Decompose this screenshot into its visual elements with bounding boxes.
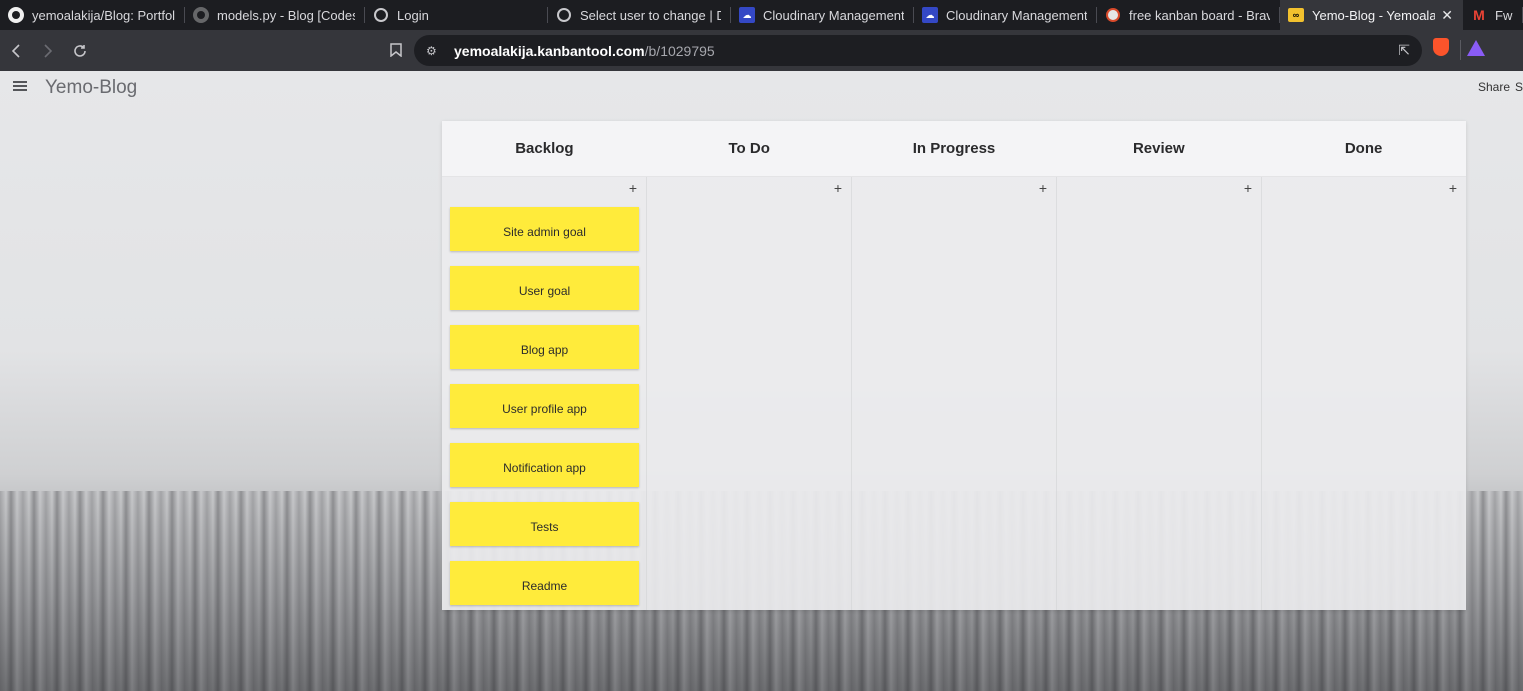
kanbantool-icon: ∞	[1288, 7, 1304, 23]
column-header-in-progress[interactable]: In Progress	[852, 121, 1057, 176]
task-card[interactable]: Tests	[450, 502, 639, 546]
truncated-menu-link[interactable]: S	[1515, 80, 1523, 94]
close-tab-icon[interactable]: ✕	[1441, 7, 1453, 24]
board-header: Backlog To Do In Progress Review Done	[442, 121, 1466, 177]
tab-title: free kanban board - Brave S	[1129, 7, 1270, 23]
browser-tab[interactable]: ☁ Cloudinary Management Co	[731, 0, 914, 30]
tab-title: Yemo-Blog - Yemoalaki	[1312, 7, 1436, 23]
globe-icon	[373, 7, 389, 23]
bookmark-icon	[390, 43, 402, 57]
tab-title: Fwd:	[1495, 7, 1513, 23]
task-card[interactable]: Site admin goal	[450, 207, 639, 251]
browser-tab-active[interactable]: ∞ Yemo-Blog - Yemoalaki ✕	[1280, 0, 1463, 30]
reload-button[interactable]	[64, 35, 96, 67]
share-icon[interactable]: ⇱	[1398, 42, 1410, 59]
tab-strip: yemoalakija/Blog: Portfolio ( models.py …	[0, 0, 1523, 30]
forward-button[interactable]	[32, 35, 64, 67]
task-card[interactable]: User goal	[450, 266, 639, 310]
column-header-review[interactable]: Review	[1056, 121, 1261, 176]
column-in-progress: +	[852, 177, 1057, 610]
back-button[interactable]	[0, 35, 32, 67]
column-review: +	[1057, 177, 1262, 610]
tab-title: yemoalakija/Blog: Portfolio (	[32, 7, 175, 23]
task-card[interactable]: Readme	[450, 561, 639, 605]
url-path: /b/1029795	[644, 42, 715, 59]
column-header-todo[interactable]: To Do	[647, 121, 852, 176]
browser-toolbar: ⚙ yemoalakija.kanbantool.com /b/1029795 …	[0, 30, 1523, 71]
task-card[interactable]: Notification app	[450, 443, 639, 487]
browser-tab[interactable]: free kanban board - Brave S	[1097, 0, 1280, 30]
cloudinary-icon: ☁	[922, 7, 938, 23]
browser-tab[interactable]: Select user to change | Djan	[548, 0, 731, 30]
browser-tab[interactable]: M Fwd:	[1463, 0, 1523, 30]
reload-icon	[74, 44, 86, 57]
browser-tab[interactable]: models.py - Blog [Codespa	[185, 0, 365, 30]
address-bar[interactable]: ⚙ yemoalakija.kanbantool.com /b/1029795 …	[414, 35, 1422, 66]
bookmark-button[interactable]	[380, 34, 412, 66]
brave-search-icon	[1105, 7, 1121, 23]
add-task-button[interactable]: +	[626, 180, 640, 196]
chevron-right-icon	[44, 43, 53, 58]
browser-tab[interactable]: Login	[365, 0, 548, 30]
column-todo: +	[647, 177, 852, 610]
column-header-backlog[interactable]: Backlog	[442, 121, 647, 176]
browser-tab[interactable]: ☁ Cloudinary Management Co	[914, 0, 1097, 30]
add-task-button[interactable]: +	[1036, 180, 1050, 196]
tab-title: Select user to change | Djan	[580, 7, 721, 23]
add-task-button[interactable]: +	[1446, 180, 1460, 196]
tab-title: Cloudinary Management Co	[946, 7, 1087, 23]
globe-icon	[556, 7, 572, 23]
url-host: yemoalakija.kanbantool.com	[454, 42, 645, 59]
task-card[interactable]: Blog app	[450, 325, 639, 369]
tab-title: models.py - Blog [Codespa	[217, 7, 355, 23]
site-info-icon[interactable]: ⚙	[426, 44, 440, 58]
column-header-done[interactable]: Done	[1261, 121, 1466, 176]
github-icon	[193, 7, 209, 23]
github-icon	[8, 7, 24, 23]
brave-shields-icon[interactable]	[1433, 38, 1449, 56]
chevron-left-icon	[11, 43, 20, 58]
column-backlog: + Site admin goal User goal Blog app Use…	[442, 177, 647, 610]
brave-rewards-icon[interactable]	[1467, 40, 1485, 56]
board-body: + Site admin goal User goal Blog app Use…	[442, 177, 1466, 610]
board-title: Yemo-Blog	[45, 77, 138, 98]
tab-title: Cloudinary Management Co	[763, 7, 904, 23]
cloudinary-icon: ☁	[739, 7, 755, 23]
tab-title: Login	[397, 7, 429, 23]
toolbar-divider	[1460, 40, 1461, 60]
page-content: Yemo-Blog Share S Backlog To Do In Progr…	[0, 71, 1523, 691]
add-task-button[interactable]: +	[1241, 180, 1255, 196]
hamburger-menu-icon[interactable]	[13, 81, 27, 93]
app-header: Yemo-Blog Share S	[0, 71, 1523, 105]
browser-tab[interactable]: yemoalakija/Blog: Portfolio (	[0, 0, 185, 30]
share-button[interactable]: Share	[1478, 80, 1510, 94]
gmail-icon: M	[1473, 7, 1485, 23]
task-card[interactable]: User profile app	[450, 384, 639, 428]
add-task-button[interactable]: +	[831, 180, 845, 196]
card-list: Site admin goal User goal Blog app User …	[450, 207, 639, 620]
kanban-board: Backlog To Do In Progress Review Done + …	[442, 121, 1466, 610]
column-done: +	[1262, 177, 1466, 610]
